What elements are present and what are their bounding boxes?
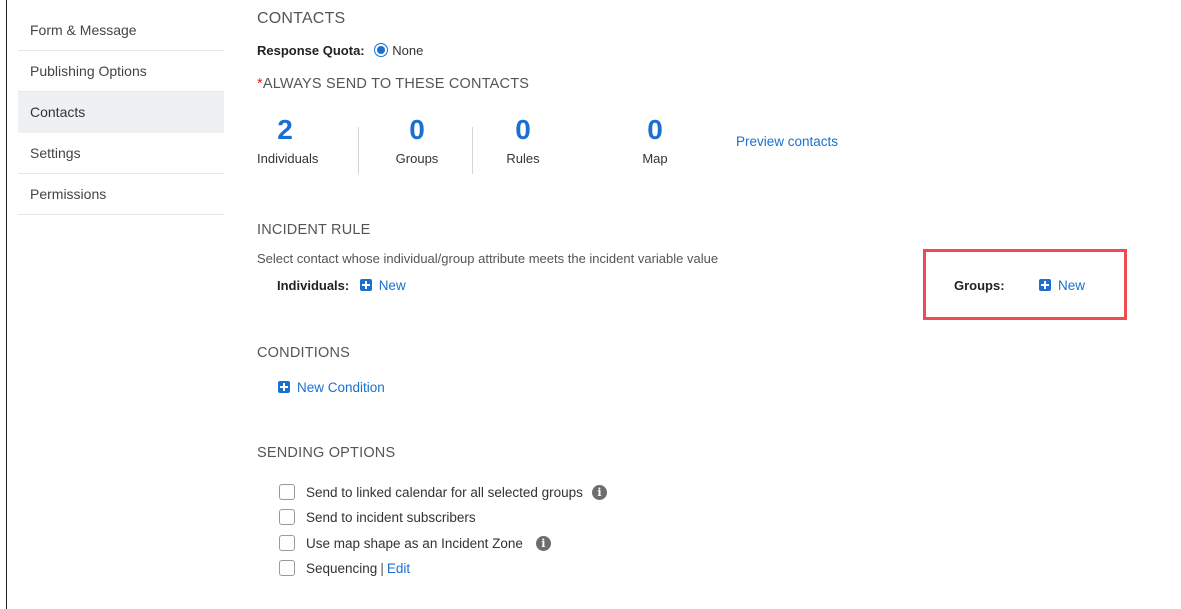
stat-rules-label: Rules [506,151,540,166]
contacts-title: CONTACTS [257,10,346,27]
response-quota-none-option[interactable]: None [374,43,423,58]
sidebar-nav: Form & Message Publishing Options Contac… [18,10,224,215]
stat-map-label: Map [642,151,668,166]
window-left-border [6,0,7,609]
incident-subscribers-label: Send to incident subscribers [306,509,476,525]
sequencing-edit-link[interactable]: Edit [387,561,410,576]
sidebar-item-settings[interactable]: Settings [18,133,224,174]
sequencing-separator: | [380,560,384,576]
sending-options-title: SENDING OPTIONS [257,445,396,461]
stat-individuals-label: Individuals [257,151,319,166]
stat-divider [472,127,473,174]
new-condition-label: New Condition [297,380,385,395]
map-shape-zone-label: Use map shape as an Incident Zone [306,535,523,551]
response-quota-value: None [392,43,424,58]
incident-groups-label: Groups: [954,278,1005,293]
response-quota-label: Response Quota: [257,43,365,58]
incident-groups-new-button[interactable]: New [1039,278,1085,293]
sidebar-item-form-message[interactable]: Form & Message [18,10,224,51]
stat-groups[interactable]: 0 Groups [387,113,447,166]
incident-groups-new-label: New [1058,278,1086,293]
linked-calendar-label: Send to linked calendar for all selected… [306,484,583,500]
incident-subscribers-checkbox[interactable] [279,509,295,525]
contacts-panel: CONTACTS Response Quota: None *ALWAYS SE… [257,0,1181,609]
stat-map-value: 0 [647,114,663,145]
incident-individuals-row: Individuals: New [277,277,406,295]
stat-groups-label: Groups [395,151,439,166]
option-incident-subscribers: Send to incident subscribers [279,509,476,525]
sequencing-label: Sequencing [306,560,378,576]
info-circle-icon[interactable]: i [591,484,607,500]
stat-rules-value: 0 [515,114,531,145]
response-quota-row: Response Quota: None [257,43,423,58]
incident-individuals-new-button[interactable]: New [359,278,406,293]
sidebar-item-publishing-options[interactable]: Publishing Options [18,51,224,92]
preview-contacts-link[interactable]: Preview contacts [736,134,838,149]
stat-divider [358,127,359,174]
option-sequencing: Sequencing | Edit [279,560,410,576]
linked-calendar-checkbox[interactable] [279,484,295,500]
radio-selected-icon[interactable] [374,43,389,57]
plus-square-icon [1039,279,1052,291]
new-condition-button[interactable]: New Condition [278,380,385,395]
incident-rule-description: Select contact whose individual/group at… [257,251,719,266]
stat-map[interactable]: 0 Map [637,113,673,166]
always-send-heading: *ALWAYS SEND TO THESE CONTACTS [257,76,529,92]
info-circle-icon[interactable]: i [535,535,551,551]
sequencing-checkbox[interactable] [279,560,295,576]
incident-individuals-label: Individuals: [277,278,350,293]
stat-groups-value: 0 [409,114,425,145]
sidebar-item-contacts[interactable]: Contacts [18,92,224,133]
map-shape-zone-checkbox[interactable] [279,535,295,551]
stat-individuals[interactable]: 2 Individuals [257,113,319,166]
sidebar-item-permissions[interactable]: Permissions [18,174,224,215]
plus-square-icon [359,279,372,291]
option-map-shape-zone: Use map shape as an Incident Zone i [279,535,551,551]
incident-groups-row: Groups: New [954,277,1085,295]
incident-individuals-new-label: New [378,278,406,293]
stat-rules[interactable]: 0 Rules [502,113,544,166]
incident-rule-title: INCIDENT RULE [257,222,371,238]
stat-individuals-value: 2 [277,114,293,145]
plus-square-icon [278,381,290,393]
conditions-title: CONDITIONS [257,345,351,361]
option-linked-calendar: Send to linked calendar for all selected… [279,484,607,500]
always-send-title: ALWAYS SEND TO THESE CONTACTS [262,76,530,92]
